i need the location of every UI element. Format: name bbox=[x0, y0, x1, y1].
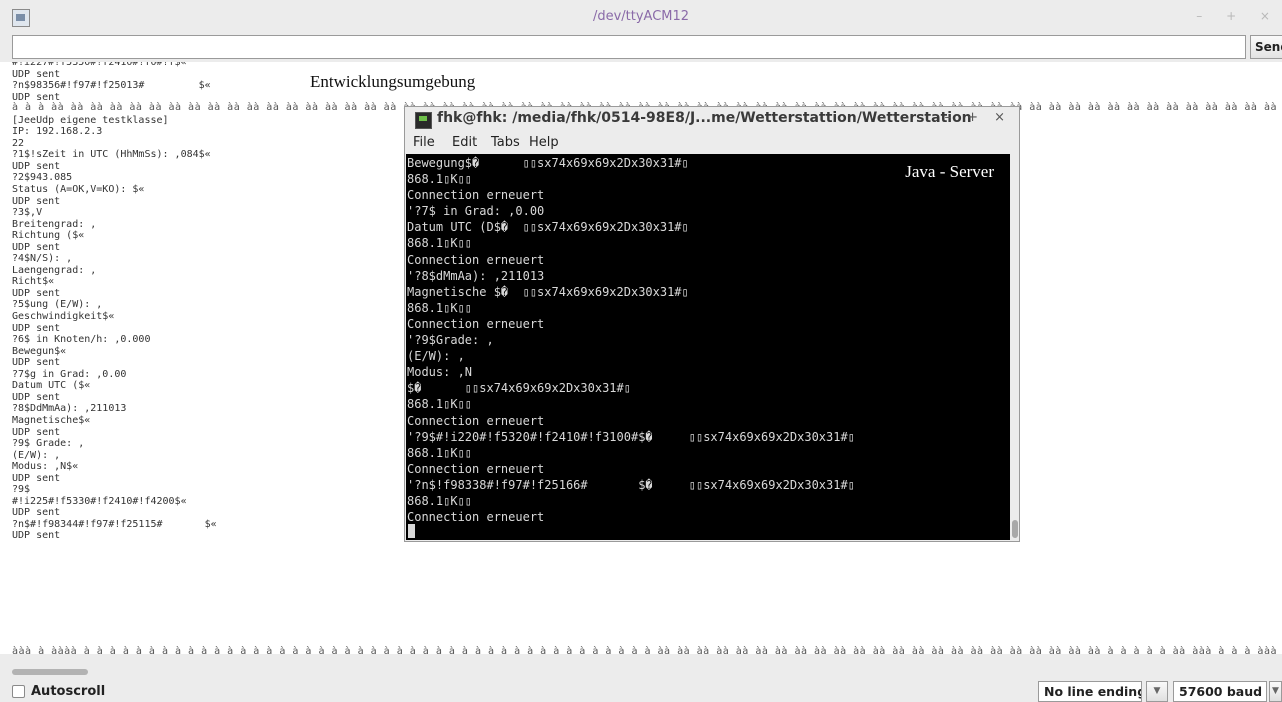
horizontal-scrollbar[interactable] bbox=[12, 667, 1282, 677]
line-ending-dropdown-arrow-icon[interactable]: ▼ bbox=[1146, 681, 1168, 702]
serial-garbage-line-bottom: ààà à àààà à à à à à à à à à à à à à à à… bbox=[12, 646, 1282, 654]
window-title: /dev/ttyACM12 bbox=[592, 9, 690, 24]
terminal-scrollbar-thumb[interactable] bbox=[1012, 520, 1018, 538]
terminal-icon bbox=[415, 112, 432, 129]
terminal-body[interactable]: Bewegung$� ▯▯sx74x69x69x2Dx30x31#▯ 868.1… bbox=[406, 154, 1010, 540]
window-titlebar: /dev/ttyACM12 – + × bbox=[0, 0, 1282, 34]
terminal-scrollbar[interactable] bbox=[1011, 154, 1019, 540]
terminal-window-controls[interactable]: – + × bbox=[944, 110, 1011, 125]
autoscroll-label[interactable]: Autoscroll bbox=[31, 684, 105, 699]
send-button[interactable]: Send bbox=[1250, 35, 1282, 59]
line-ending-select[interactable]: No line ending bbox=[1038, 681, 1142, 702]
horizontal-scrollbar-thumb[interactable] bbox=[12, 669, 88, 675]
terminal-cursor bbox=[408, 524, 415, 538]
terminal-title: fhk@fhk: /media/fhk/0514-98E8/J...me/Wet… bbox=[437, 110, 972, 126]
window-controls[interactable]: – + × bbox=[1196, 9, 1280, 23]
menu-tabs[interactable]: Tabs bbox=[491, 135, 520, 150]
terminal-menubar: File Edit Tabs Help bbox=[405, 133, 1019, 153]
terminal-output: Bewegung$� ▯▯sx74x69x69x2Dx30x31#▯ 868.1… bbox=[407, 156, 855, 525]
baud-rate-dropdown-arrow-icon[interactable]: ▼ bbox=[1269, 681, 1282, 702]
menu-help[interactable]: Help bbox=[529, 135, 559, 150]
baud-rate-select[interactable]: 57600 baud bbox=[1173, 681, 1267, 702]
menu-edit[interactable]: Edit bbox=[452, 135, 477, 150]
footer-bar: Autoscroll No line ending ▼ 57600 baud ▼ bbox=[0, 680, 1282, 702]
annotation-entwicklungsumgebung: Entwicklungsumgebung bbox=[310, 72, 476, 92]
terminal-titlebar: fhk@fhk: /media/fhk/0514-98E8/J...me/Wet… bbox=[405, 107, 1019, 132]
autoscroll-checkbox[interactable] bbox=[12, 685, 25, 698]
menu-file[interactable]: File bbox=[413, 135, 435, 150]
annotation-java-server: Java - Server bbox=[905, 162, 994, 181]
serial-output-text: #!i227#!f5350#!f2410#!f0#!f$« UDP sent ?… bbox=[12, 62, 217, 542]
send-input[interactable] bbox=[12, 35, 1246, 59]
terminal-window[interactable]: fhk@fhk: /media/fhk/0514-98E8/J...me/Wet… bbox=[404, 106, 1020, 542]
